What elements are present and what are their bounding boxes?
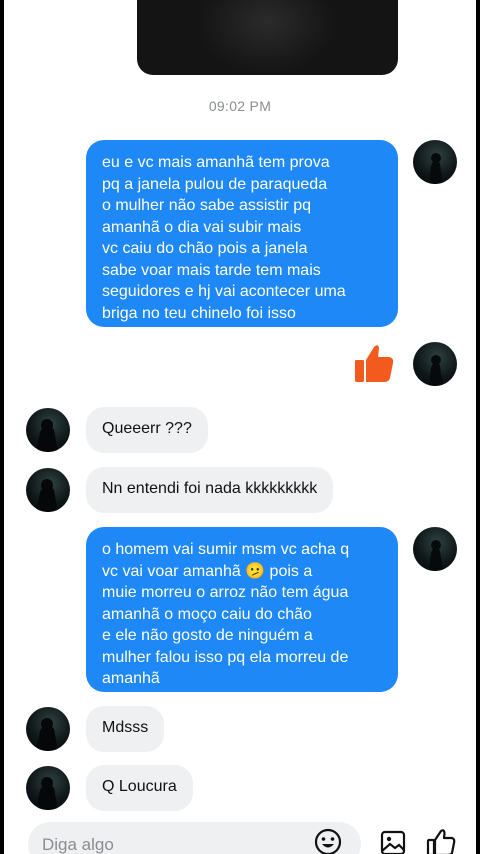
sender-avatar[interactable] <box>413 527 457 571</box>
message-composer[interactable] <box>28 822 361 854</box>
image-icon[interactable] <box>379 829 407 854</box>
incoming-message[interactable]: Nn entendi foi nada kkkkkkkkk <box>86 467 334 513</box>
shared-media-thumbnail[interactable] <box>137 0 398 75</box>
sender-avatar[interactable] <box>413 140 457 184</box>
chat-screen: 09:02 PM eu e vc mais amanhã tem prova p… <box>0 0 480 854</box>
emoji-icon[interactable] <box>313 827 343 854</box>
thumbs-up-outline-icon[interactable] <box>425 826 457 854</box>
contact-avatar[interactable] <box>26 468 70 512</box>
contact-avatar[interactable] <box>26 707 70 751</box>
sender-avatar[interactable] <box>413 342 457 386</box>
message-input[interactable] <box>40 832 304 854</box>
message-timestamp: 09:02 PM <box>208 98 272 114</box>
thumbs-up-icon[interactable] <box>352 340 396 384</box>
contact-avatar[interactable] <box>26 766 70 810</box>
incoming-message[interactable]: Mdsss <box>86 706 165 752</box>
contact-avatar[interactable] <box>26 408 70 452</box>
right-edge <box>476 0 480 854</box>
outgoing-message[interactable]: o homem vai sumir msm vc acha q vc vai v… <box>86 527 398 692</box>
incoming-message[interactable]: Queeerr ??? <box>86 407 208 453</box>
outgoing-message[interactable]: eu e vc mais amanhã tem prova pq a janel… <box>86 140 398 327</box>
incoming-message[interactable]: Q Loucura <box>86 765 193 811</box>
left-edge <box>0 0 4 854</box>
